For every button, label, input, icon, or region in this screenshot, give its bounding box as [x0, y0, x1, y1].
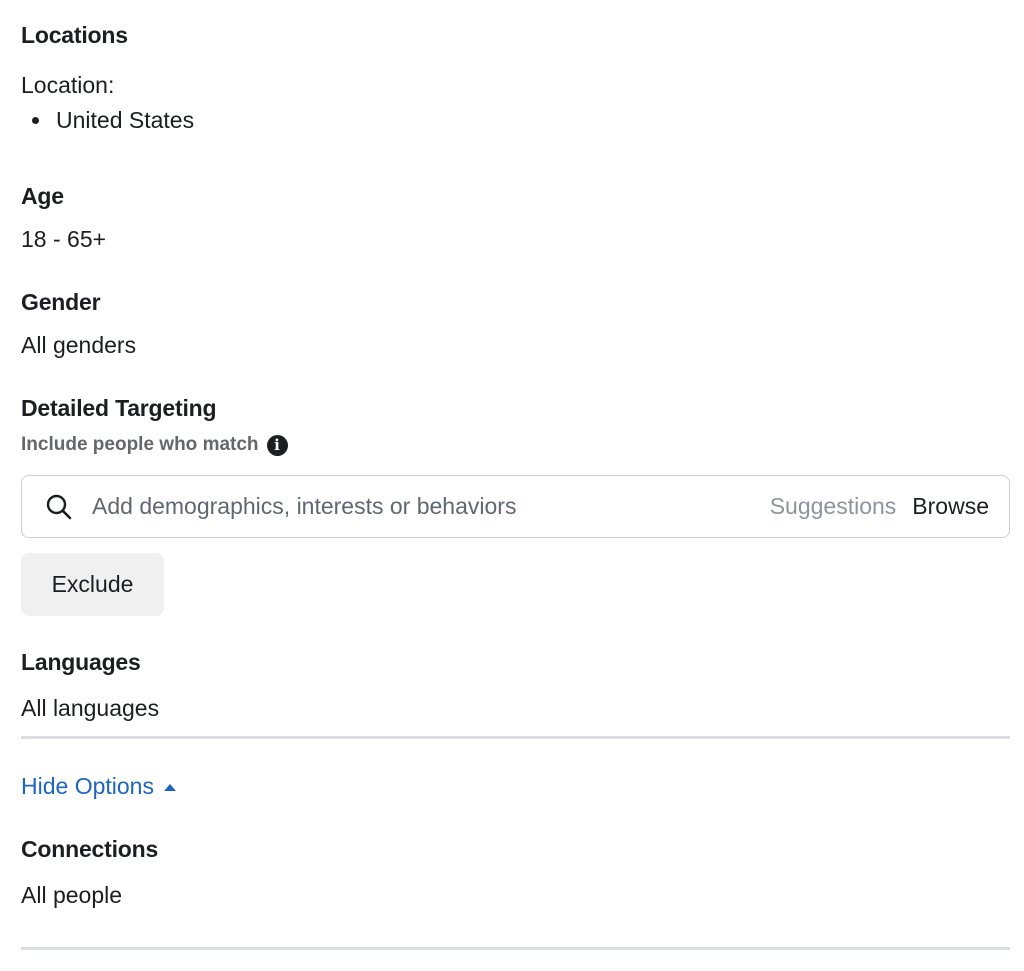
- include-hint-text: Include people who match: [21, 434, 259, 455]
- age-value: 18 - 65+: [21, 226, 107, 252]
- hide-options-link[interactable]: Hide Options: [21, 773, 176, 800]
- age-heading: Age: [21, 183, 64, 209]
- hide-options-label: Hide Options: [21, 773, 154, 799]
- connections-heading: Connections: [21, 836, 159, 862]
- languages-heading: Languages: [21, 649, 141, 675]
- search-input[interactable]: [92, 493, 770, 520]
- locations-heading: Locations: [21, 22, 128, 48]
- gender-value: All genders: [21, 332, 137, 358]
- include-hint: Include people who match i: [21, 434, 288, 456]
- detailed-targeting-search[interactable]: Suggestions Browse: [21, 475, 1010, 538]
- bullet-icon: [32, 117, 39, 124]
- gender-heading: Gender: [21, 289, 101, 315]
- search-icon: [44, 492, 74, 522]
- detailed-targeting-heading: Detailed Targeting: [21, 395, 217, 421]
- location-value: United States: [56, 107, 195, 133]
- location-list-item: United States: [32, 107, 194, 134]
- languages-value: All languages: [21, 695, 160, 721]
- exclude-button[interactable]: Exclude: [21, 553, 164, 616]
- browse-link[interactable]: Browse: [912, 493, 989, 520]
- caret-up-icon: [163, 784, 176, 791]
- location-label: Location:: [21, 72, 115, 98]
- section-divider: [21, 736, 1010, 739]
- bottom-divider: [21, 947, 1010, 950]
- connections-value: All people: [21, 882, 123, 908]
- suggestions-link[interactable]: Suggestions: [770, 493, 897, 520]
- info-icon[interactable]: i: [266, 434, 288, 456]
